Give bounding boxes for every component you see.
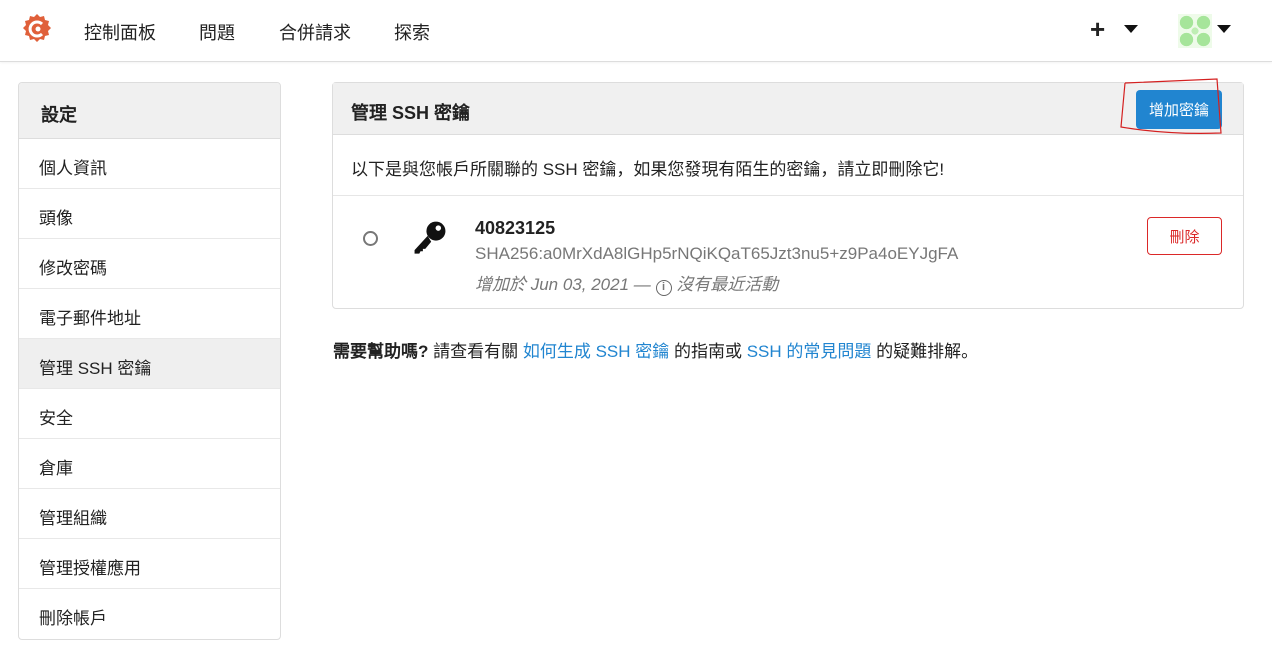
info-icon: i: [655, 280, 672, 296]
sidebar-item-organizations[interactable]: 管理組織: [19, 489, 280, 539]
gitea-logo-icon[interactable]: [21, 13, 53, 45]
sidebar-title: 設定: [19, 83, 280, 139]
sidebar-item-email[interactable]: 電子郵件地址: [19, 289, 280, 339]
sidebar-item-repos[interactable]: 倉庫: [19, 439, 280, 489]
key-fingerprint: SHA256:a0MrXdA8lGHp5rNQiKQaT65Jzt3nu5+z9…: [475, 244, 959, 263]
help-text-1: 請查看有關: [428, 342, 523, 361]
nav-pull-requests[interactable]: 合併請求: [279, 19, 351, 45]
delete-key-button[interactable]: 刪除: [1147, 217, 1222, 255]
add-key-button[interactable]: 增加密鑰: [1135, 90, 1222, 129]
sidebar-item-delete-account[interactable]: 刪除帳戶: [19, 589, 280, 639]
top-navbar: 控制面板 問題 合併請求 探索 +: [0, 0, 1272, 62]
panel-title: 管理 SSH 密鑰: [351, 103, 471, 123]
create-dropdown-caret-icon[interactable]: [1124, 25, 1138, 33]
sidebar-item-applications[interactable]: 管理授權應用: [19, 539, 280, 589]
key-meta: 增加於 Jun 03, 2021 — i 沒有最近活動: [475, 270, 778, 296]
ssh-keys-panel: 管理 SSH 密鑰 增加密鑰 以下是與您帳戶所關聯的 SSH 密鑰，如果您發現有…: [332, 78, 1244, 309]
key-name: 40823125: [475, 218, 556, 238]
sidebar-item-password[interactable]: 修改密碼: [19, 239, 280, 289]
create-plus-icon[interactable]: +: [1090, 14, 1105, 45]
nav-issues[interactable]: 問題: [199, 19, 235, 45]
help-text-3: 的疑難排解。: [871, 342, 979, 361]
key-status-indicator-icon: [363, 231, 378, 246]
ssh-faq-link[interactable]: SSH 的常見問題: [747, 342, 872, 361]
help-text: 需要幫助嗎? 請查看有關 如何生成 SSH 密鑰 的指南或 SSH 的常見問題 …: [333, 337, 978, 362]
help-text-2: 的指南或: [669, 342, 747, 361]
ssh-key-item: 40823125 SHA256:a0MrXdA8lGHp5rNQiKQaT65J…: [333, 196, 1243, 308]
panel-description: 以下是與您帳戶所關聯的 SSH 密鑰，如果您發現有陌生的密鑰，請立即刪除它!: [333, 135, 1243, 196]
sidebar-item-avatar[interactable]: 頭像: [19, 189, 280, 239]
key-added-date: 增加於 Jun 03, 2021 —: [475, 275, 651, 294]
sidebar-item-profile[interactable]: 個人資訊: [19, 139, 280, 189]
panel-header: 管理 SSH 密鑰 增加密鑰: [333, 78, 1243, 135]
nav-explore[interactable]: 探索: [394, 19, 430, 45]
help-bold: 需要幫助嗎?: [333, 342, 429, 361]
nav-dashboard[interactable]: 控制面板: [84, 19, 156, 45]
key-last-activity: 沒有最近活動: [676, 275, 779, 294]
user-dropdown-caret-icon[interactable]: [1217, 25, 1231, 33]
avatar[interactable]: [1178, 14, 1212, 48]
generate-ssh-key-guide-link[interactable]: 如何生成 SSH 密鑰: [523, 342, 669, 361]
settings-sidebar: 設定 個人資訊 頭像 修改密碼 電子郵件地址 管理 SSH 密鑰 安全 倉庫 管…: [18, 82, 281, 640]
sidebar-item-security[interactable]: 安全: [19, 389, 280, 439]
sidebar-item-ssh-keys[interactable]: 管理 SSH 密鑰: [19, 339, 280, 389]
key-icon: [414, 221, 446, 254]
